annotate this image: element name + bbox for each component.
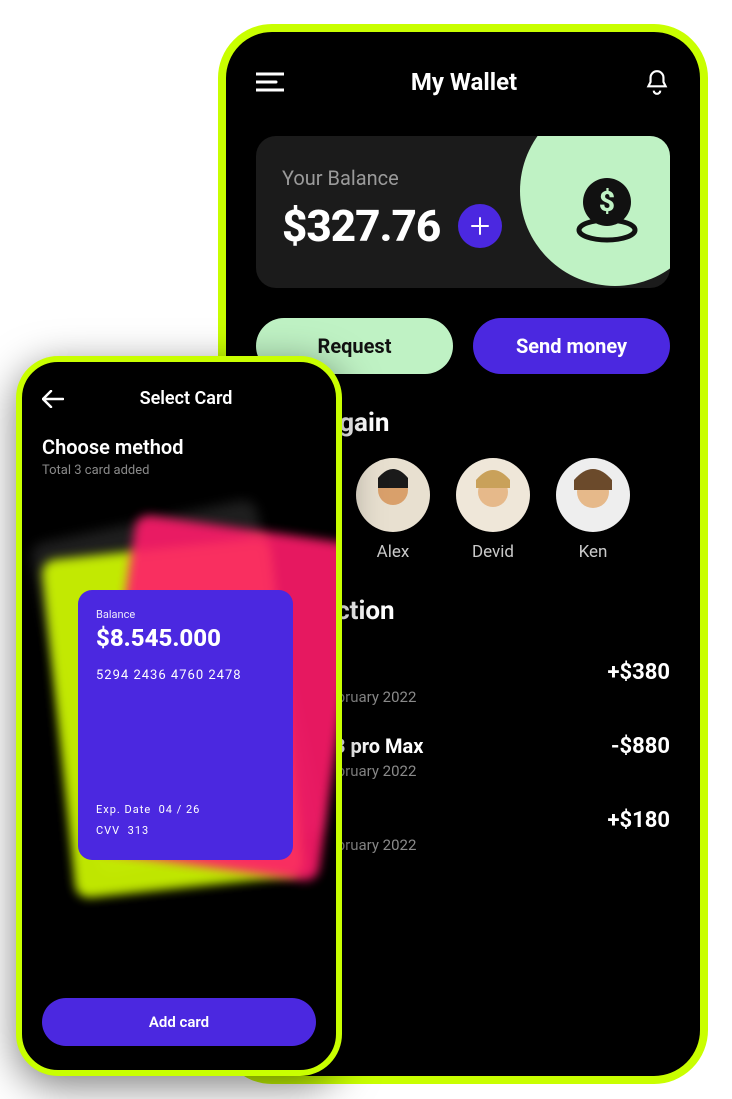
card-footer: Exp. Date 04 / 26 CVV 313	[96, 800, 200, 842]
avatar	[356, 458, 430, 532]
balance-amount: $327.76	[282, 200, 440, 252]
svg-text:$: $	[599, 185, 615, 218]
card-balance-label: Balance	[96, 608, 275, 621]
card-exp-label: Exp. Date	[96, 803, 151, 816]
choose-method-subtitle: Total 3 card added	[42, 463, 316, 478]
select-card-screen: Select Card Choose method Total 3 card a…	[16, 356, 342, 1076]
dollar-coin-icon: $	[570, 174, 644, 248]
transaction-amount: -$880	[611, 734, 670, 759]
card-cvv-label: CVV	[96, 824, 120, 837]
balance-illustration: $	[520, 136, 670, 286]
wallet-title: My Wallet	[411, 68, 517, 96]
back-icon[interactable]	[42, 390, 64, 408]
card-screen-title: Select Card	[78, 388, 294, 409]
card-exp: 04 / 26	[159, 803, 201, 816]
card-stack: Balance $8.545.000 5294 2436 4760 2478 E…	[42, 508, 316, 908]
contact-name: Alex	[356, 542, 430, 562]
contact-devid[interactable]: Devid	[456, 458, 530, 562]
avatar	[556, 458, 630, 532]
card-balance: $8.545.000	[96, 624, 275, 652]
selected-card[interactable]: Balance $8.545.000 5294 2436 4760 2478 E…	[78, 590, 293, 860]
contact-name: Ken	[556, 542, 630, 562]
contact-ken[interactable]: Ken	[556, 458, 630, 562]
menu-icon[interactable]	[256, 72, 284, 92]
card-cvv: 313	[128, 824, 150, 837]
choose-method-title: Choose method	[42, 435, 316, 459]
card-pan: 5294 2436 4760 2478	[96, 668, 275, 683]
card-topbar: Select Card	[42, 388, 316, 409]
add-card-button[interactable]: Add card	[42, 998, 316, 1046]
transaction-amount: +$380	[608, 660, 670, 685]
transaction-amount: +$180	[608, 808, 670, 833]
balance-card: $ Your Balance $327.76	[256, 136, 670, 288]
bell-icon[interactable]	[644, 68, 670, 96]
contact-name: Devid	[456, 542, 530, 562]
send-money-button[interactable]: Send money	[473, 318, 670, 374]
wallet-topbar: My Wallet	[256, 68, 670, 96]
contact-alex[interactable]: Alex	[356, 458, 430, 562]
add-funds-button[interactable]	[458, 204, 502, 248]
avatar	[456, 458, 530, 532]
